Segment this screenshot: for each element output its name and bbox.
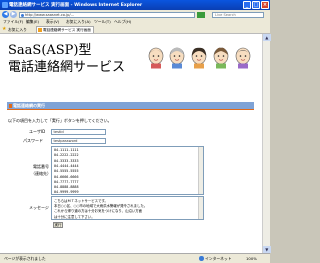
section-marker [9,103,12,108]
internet-globe-icon [199,256,204,261]
message-textarea[interactable]: こちらはＭＴネットサービスです。 本日○○区、○○市の地域で大雨洪水警報が発令さ… [51,196,204,220]
message-textarea-scrollbar[interactable] [198,197,203,219]
forward-button[interactable]: ▶ [10,11,17,18]
close-button[interactable]: × [261,1,269,9]
minimize-button[interactable]: _ [243,1,251,9]
message-line: は十分に注意して下さい。 [54,214,95,219]
phone-number-line: 04-4444-4444 [54,163,79,168]
page-scrollbar[interactable]: ▲ ▼ [262,34,271,253]
phone-numbers-textarea[interactable]: 04-1111-1111 04-2222-2222 04-3333-3333 0… [51,146,204,195]
phone-number-line: 04-7777-7777 [54,179,79,184]
message-label: メッセージ [29,205,49,210]
tab-label: 電話連絡網サービス 実行画面 [43,27,91,32]
person-3-icon [191,47,207,69]
password-label: パスワード [23,138,43,143]
favorites-star-icon[interactable]: ★ [2,26,6,32]
phone-number-line: 04-3333-3333 [54,158,79,163]
person-5-icon [235,47,251,69]
execute-button[interactable]: 実行 [53,222,63,228]
user-id-input[interactable]: testid [51,129,106,135]
ie-app-icon [2,2,8,8]
browser-tab[interactable]: 電話連絡網サービス 実行画面 [36,25,94,33]
phone-label-line1: 電話番号 [33,164,49,169]
phone-number-line: 04-1111-1111 [54,148,79,152]
page-title-line2: 電話連絡網サービス [8,60,126,75]
page-title-line1: SaaS(ASP)型 [8,43,92,58]
phone-number-line: 04-6666-6666 [54,174,79,179]
phone-number-line: 04-5555-5555 [54,169,79,174]
favorites-label[interactable]: お気に入り [8,27,27,33]
phone-textarea-scrollbar[interactable] [198,147,203,194]
people-illustration [146,47,254,69]
address-url: http://www.saasnet.co.jp/... [25,12,74,17]
user-id-label: ユーザID [29,129,46,134]
status-text: ページが表示されました [4,256,46,261]
people-illustration-svg [148,47,251,69]
phone-number-line: 04-9999-9999 [54,190,79,195]
back-button[interactable]: ◀ [2,11,9,18]
address-toolbar: ◀ ▶ http://www.saasnet.co.jp/... Live Se… [0,10,270,19]
phone-number-line: 04-8888-8888 [54,185,79,190]
scroll-up-arrow-icon[interactable]: ▲ [263,34,271,41]
section-title: 電話連絡網の実行 [13,103,45,109]
search-input[interactable]: Live Search [212,11,264,18]
tab-page-icon [38,28,42,32]
section-header: 電話連絡網の実行 [7,102,254,110]
person-1-icon [148,47,164,69]
security-zone: インターネット [205,256,232,261]
person-4-icon [213,47,229,69]
go-button[interactable] [197,11,205,18]
phone-label-line2: （連絡先） [31,171,51,176]
maximize-button[interactable]: □ [252,1,260,9]
browser-window: 電話連絡網サービス 実行画面 - Windows Internet Explor… [0,0,271,263]
page-content: SaaS(ASP)型 電話連絡網サービス 電話連絡網の実行 以下の項目を入力して… [0,34,262,253]
page-title: SaaS(ASP)型 電話連絡網サービス [8,42,125,76]
scroll-down-arrow-icon[interactable]: ▼ [263,246,271,253]
password-input[interactable]: testpassword [51,138,106,144]
phone-number-line: 04-2222-2222 [54,153,79,158]
title-bar: 電話連絡網サービス 実行画面 - Windows Internet Explor… [0,0,270,10]
window-title: 電話連絡網サービス 実行画面 - Windows Internet Explor… [9,3,143,8]
person-2-icon [169,47,185,69]
page-icon [21,13,24,17]
favorites-bar: ★ お気に入り 電話連絡網サービス 実行画面 [0,25,270,34]
instruction-text: 以下の項目を入力して「実行」ボタンを押してください。 [8,118,112,123]
address-input[interactable]: http://www.saasnet.co.jp/... [19,11,195,18]
zoom-level[interactable]: 100% [246,256,257,261]
